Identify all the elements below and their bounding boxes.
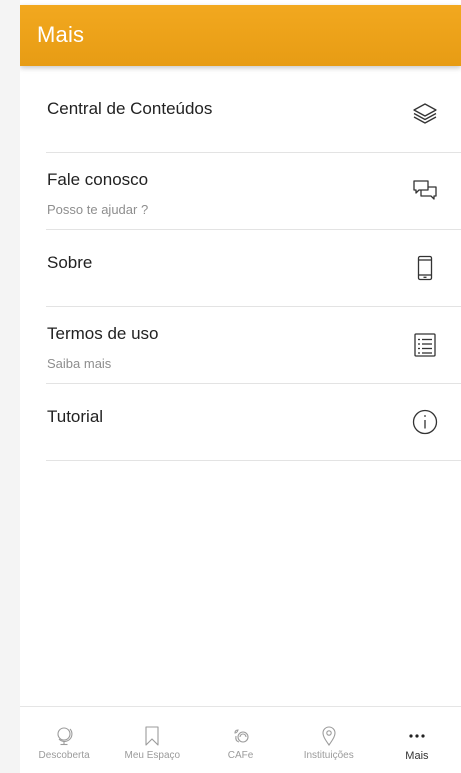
list-document-icon	[407, 327, 443, 363]
menu-item-sobre[interactable]: Sobre	[46, 230, 461, 307]
menu-item-subtitle: Posso te ajudar ?	[47, 202, 149, 217]
menu-item-central-de-conteudos[interactable]: Central de Conteúdos	[46, 76, 461, 153]
menu-item-title: Termos de uso	[47, 324, 159, 343]
tab-label: CAFe	[227, 750, 254, 761]
menu-item-title: Sobre	[47, 253, 93, 272]
more-menu: Central de Conteúdos Fale conosco Posso …	[46, 76, 461, 461]
menu-item-title: Fale conosco	[47, 170, 149, 189]
globe-icon	[55, 724, 73, 748]
menu-item-title: Tutorial	[47, 407, 104, 426]
tab-label: Meu Espaço	[124, 750, 181, 761]
menu-item-title: Central de Conteúdos	[47, 99, 213, 118]
tab-label: Instituições	[303, 750, 354, 761]
menu-item-termos-de-uso[interactable]: Termos de uso Saiba mais	[46, 307, 461, 384]
menu-item-tutorial[interactable]: Tutorial	[46, 384, 461, 461]
chat-bubbles-icon	[407, 173, 443, 209]
tab-instituicoes[interactable]: Instituições	[285, 707, 373, 773]
tab-descoberta[interactable]: Descoberta	[20, 707, 108, 773]
more-dots-icon	[408, 724, 426, 748]
tab-meu-espaco[interactable]: Meu Espaço	[108, 707, 196, 773]
tab-label: Descoberta	[38, 750, 90, 761]
tab-cafe[interactable]: CAFe	[196, 707, 284, 773]
cafe-icon	[232, 724, 250, 748]
bookmark-icon	[143, 724, 161, 748]
layers-icon	[407, 96, 443, 132]
tab-mais[interactable]: Mais	[373, 707, 461, 773]
app-header: Mais	[20, 5, 461, 66]
menu-item-subtitle: Saiba mais	[47, 356, 112, 371]
tab-label: Mais	[405, 750, 429, 762]
smartphone-icon	[407, 250, 443, 286]
bottom-tab-bar: Descoberta Meu Espaço CAFe Instituições …	[20, 706, 461, 773]
app-screen: Mais Central de Conteúdos Fale conosco P…	[20, 0, 461, 773]
page-title: Mais	[37, 22, 85, 47]
info-circle-icon	[407, 404, 443, 440]
location-pin-icon	[320, 724, 338, 748]
menu-item-fale-conosco[interactable]: Fale conosco Posso te ajudar ?	[46, 153, 461, 230]
